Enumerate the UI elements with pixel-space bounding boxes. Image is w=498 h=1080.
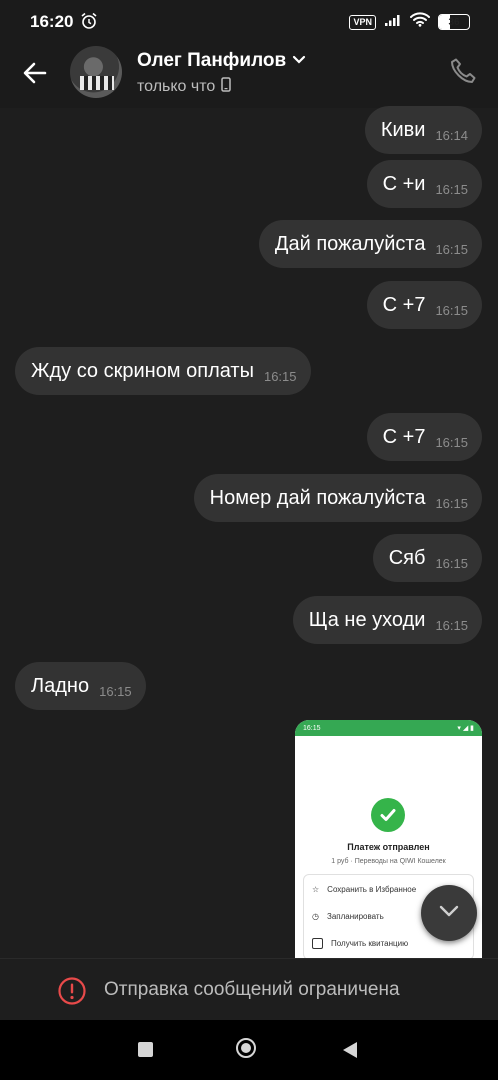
restriction-text: Отправка сообщений ограничена — [104, 979, 400, 1000]
avatar[interactable] — [70, 46, 122, 98]
message-outgoing[interactable]: Номер дай пожалуйста 16:15 — [193, 474, 482, 522]
phone-icon[interactable] — [448, 56, 478, 91]
message-incoming[interactable]: Ладно 16:15 — [15, 662, 146, 710]
home-button[interactable] — [236, 1038, 256, 1058]
arrow-left-icon[interactable] — [22, 60, 48, 91]
star-icon: ☆ — [312, 885, 320, 894]
message-text: Ща не уходи — [308, 608, 426, 631]
message-time: 16:14 — [435, 127, 468, 143]
image-action-row: ◷ Запланировать — [312, 912, 384, 921]
message-incoming[interactable]: Жду со скрином оплаты 16:15 — [15, 347, 311, 395]
message-time: 16:15 — [435, 434, 468, 450]
image-action-label: Запланировать — [326, 912, 384, 921]
message-outgoing[interactable]: Дай пожалуйста 16:15 — [258, 220, 482, 268]
vpn-badge: VPN — [349, 14, 376, 30]
message-time: 16:15 — [435, 302, 468, 318]
contact-status-text: только что — [137, 78, 216, 95]
message-time: 16:15 — [99, 683, 132, 699]
message-text: С +7 — [382, 293, 426, 316]
chevron-down-icon[interactable] — [292, 52, 306, 70]
message-outgoing[interactable]: С +и 16:15 — [366, 160, 482, 208]
system-nav-bar — [0, 1020, 498, 1080]
message-text: Киви — [380, 118, 426, 141]
message-outgoing[interactable]: С +7 16:15 — [366, 413, 482, 461]
image-action-row: ☆ Сохранить в Избранное — [312, 885, 416, 894]
recents-button[interactable] — [138, 1042, 153, 1057]
image-action-label: Получить квитанцию — [331, 939, 409, 948]
message-text: Номер дай пожалуйста — [209, 486, 426, 509]
message-text: Ладно — [31, 674, 90, 697]
exclamation-circle-icon — [57, 976, 87, 1011]
message-time: 16:15 — [435, 241, 468, 257]
message-outgoing[interactable]: Киви 16:14 — [364, 106, 482, 154]
message-time: 16:15 — [435, 555, 468, 571]
message-text: Жду со скрином оплаты — [31, 359, 254, 382]
message-text: С +и — [382, 172, 426, 195]
message-outgoing[interactable]: Сяб 16:15 — [372, 534, 482, 582]
message-text: Сяб — [388, 546, 426, 569]
status-bar: 16:20 VPN 36 — [0, 0, 498, 44]
battery-icon: 36 — [438, 14, 470, 30]
message-outgoing[interactable]: Ща не уходи 16:15 — [292, 596, 482, 644]
status-icons: VPN 36 — [349, 12, 470, 32]
message-text: Дай пожалуйста — [274, 232, 426, 255]
message-text: С +7 — [382, 425, 426, 448]
message-time: 16:15 — [263, 368, 297, 384]
status-time: 16:20 — [30, 12, 74, 31]
contact-name[interactable]: Олег Панфилов — [137, 50, 286, 72]
back-triangle-icon[interactable] — [342, 1041, 358, 1064]
alarm-clock-icon — [80, 12, 98, 35]
image-status-time: 16:15 — [303, 724, 321, 732]
messaging-restricted-bar: Отправка сообщений ограничена — [0, 958, 498, 1021]
image-subtitle: 1 руб · Переводы на QIWI Кошелек — [331, 858, 446, 865]
message-time: 16:15 — [435, 495, 468, 511]
message-time: 16:15 — [435, 617, 468, 633]
image-title: Платеж отправлен — [347, 842, 430, 852]
battery-level: 36 — [448, 16, 460, 28]
image-status-bar: 16:15 ▾ ◢ ▮ — [295, 720, 482, 736]
message-outgoing[interactable]: С +7 16:15 — [366, 281, 482, 329]
clock-icon: ◷ — [312, 912, 319, 921]
message-time: 16:15 — [435, 181, 468, 197]
image-status-icons: ▾ ◢ ▮ — [457, 725, 474, 732]
image-action-row: Получить квитанцию — [312, 938, 408, 949]
image-action-label: Сохранить в Избранное — [327, 885, 417, 894]
chat-header: Олег Панфилов только что — [0, 44, 498, 108]
scroll-down-button[interactable] — [421, 885, 477, 941]
smartphone-icon — [221, 77, 232, 97]
chevron-down-icon — [438, 904, 460, 923]
contact-status: только что — [137, 77, 232, 97]
wifi-icon — [410, 12, 430, 32]
contact-name-row[interactable]: Олег Панфилов — [137, 50, 306, 72]
receipt-icon — [312, 938, 323, 949]
signal-icon — [384, 13, 402, 32]
check-icon — [371, 798, 405, 832]
